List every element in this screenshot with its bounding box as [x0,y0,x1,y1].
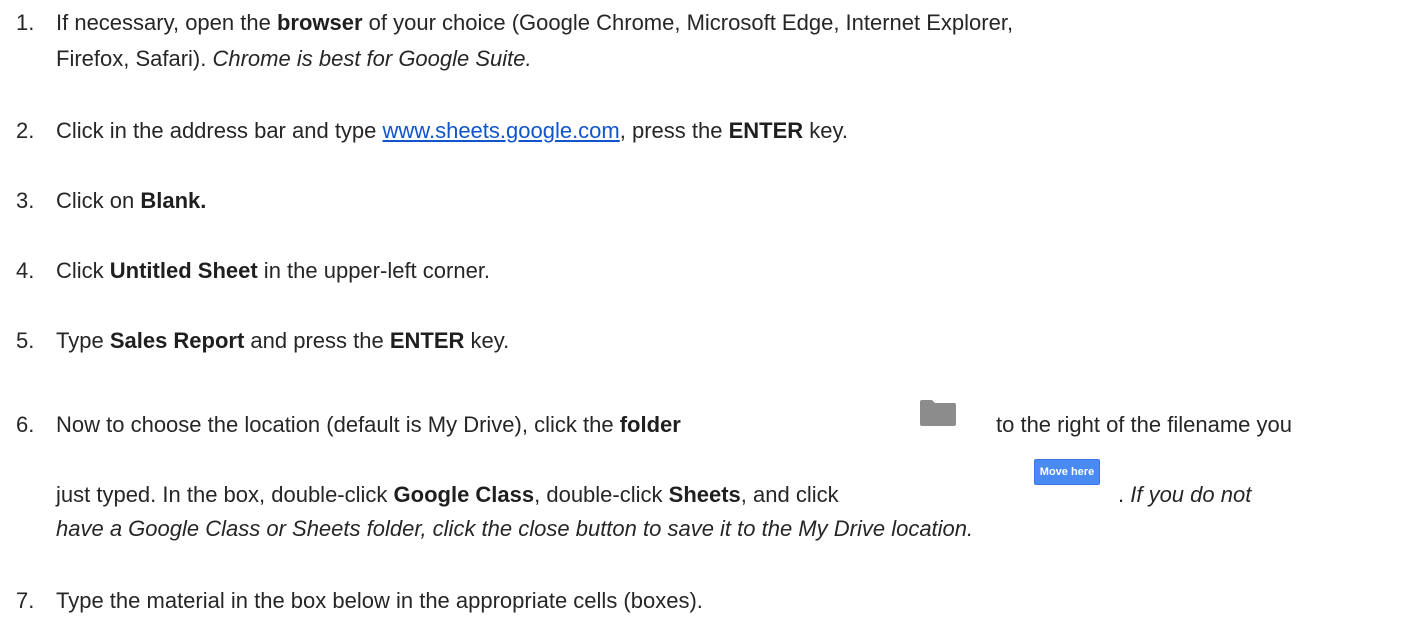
step-number: 6. [16,412,35,437]
step-text: Click [56,258,110,283]
step-bold: Google Class [393,482,535,507]
step-text: If necessary, open the [56,10,277,35]
step-bold: Untitled Sheet [109,258,258,283]
step-number: 1. [16,10,35,35]
step-number: 5. [16,328,35,353]
step-text: in the upper-left corner. [257,258,491,283]
step-bold: folder [619,412,681,437]
step-text: just typed. In the box, double-click [56,482,394,507]
step-bold: ENTER [389,328,465,353]
step-text: Click on [56,188,141,213]
step-bold: browser [276,10,363,35]
step-bold: Sheets [668,482,741,507]
step-italic-note: Chrome is best for Google Suite. [212,46,532,71]
folder-icon [920,400,956,426]
step-text: key. [464,328,510,353]
step-bold: Sales Report [109,328,245,353]
step-number: 4. [16,258,35,283]
step-number: 7. [16,588,35,613]
step-text: key. [803,118,848,143]
step-text: Now to choose the location (default is M… [56,412,620,437]
step-text: , double-click [534,482,669,507]
step-text: to the right of the filename you [996,412,1292,437]
step-text: and press the [244,328,390,353]
step-number: 2. [16,118,35,143]
step-italic-note: have a Google Class or Sheets folder, cl… [56,516,974,541]
step-text: of your choice (Google Chrome, Microsoft… [362,10,1014,35]
step-bold: Blank. [140,188,207,213]
step-text: . [1118,482,1131,507]
step-text: Firefox, Safari). [56,46,213,71]
step-italic-note: If you do not [1130,482,1252,507]
step-text: , press the [619,118,729,143]
sheets-url-link[interactable]: www.sheets.google.com [383,118,620,143]
step-bold: ENTER [728,118,804,143]
step-number: 3. [16,188,35,213]
step-text: , and click [740,482,839,507]
step-text: Click in the address bar and type [56,118,383,143]
move-here-button[interactable]: Move here [1034,459,1100,485]
step-text: Type [56,328,110,353]
step-text: Type the material in the box below in th… [56,588,703,613]
